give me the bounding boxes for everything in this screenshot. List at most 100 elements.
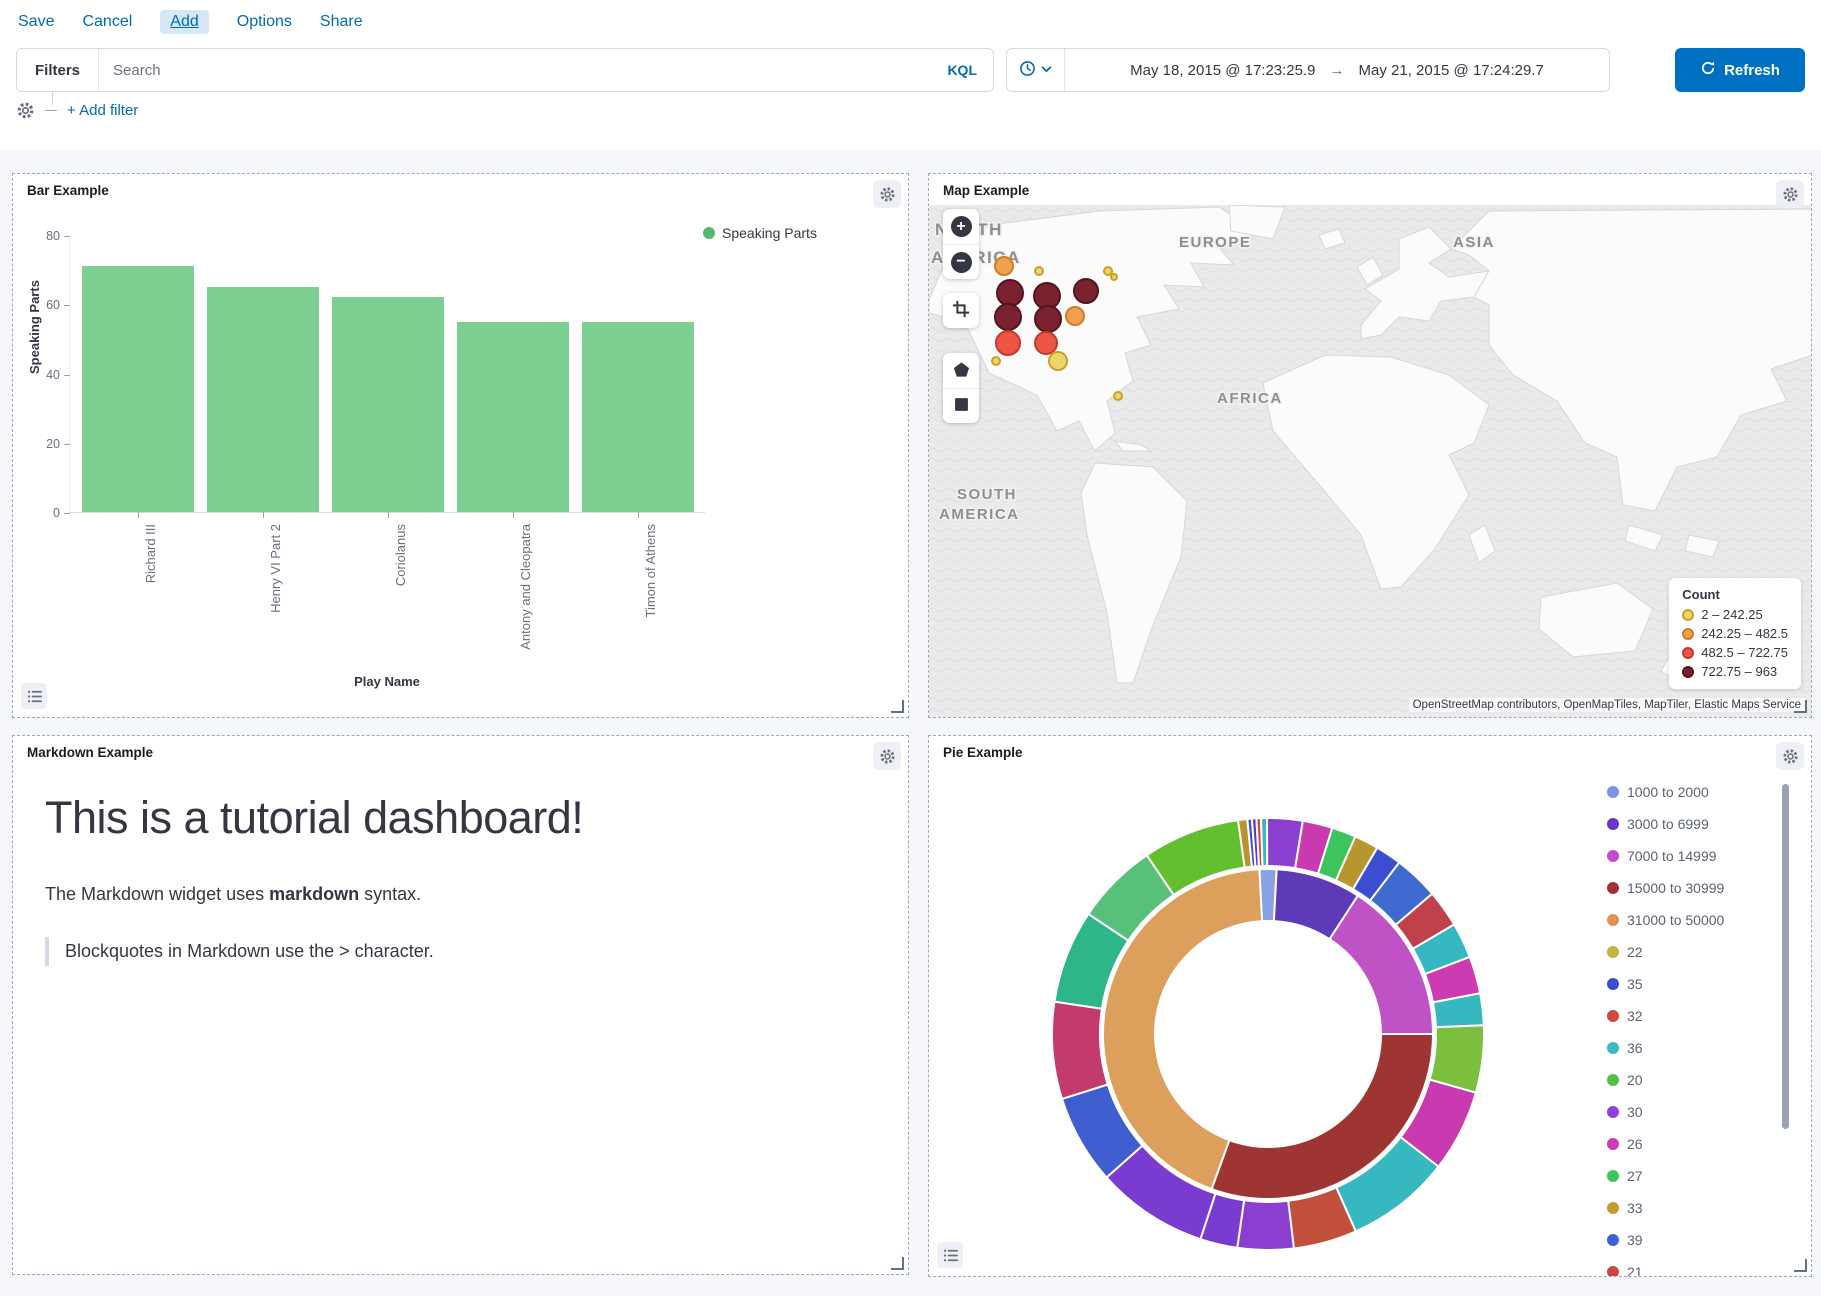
legend-dot-icon	[1607, 978, 1619, 990]
x-tick-mark	[513, 512, 514, 518]
legend-dot-icon	[1607, 850, 1619, 862]
pie-legend-item[interactable]: 33	[1607, 1196, 1775, 1220]
pie-legend-item[interactable]: 21	[1607, 1260, 1775, 1277]
legend-swatch-icon	[1682, 609, 1694, 621]
quick-select-button[interactable]	[1007, 49, 1065, 91]
map-fit-control	[943, 293, 979, 328]
legend-label: 26	[1627, 1136, 1643, 1152]
pie-legend-item[interactable]: 3000 to 6999	[1607, 812, 1775, 836]
square-icon	[954, 397, 969, 415]
world-map[interactable]: NORTHAMERICAEUROPEASIAAFRICASOUTHAMERICA…	[929, 205, 1811, 717]
panel-options-gear-icon[interactable]	[1776, 180, 1804, 208]
legend-label: 22	[1627, 944, 1643, 960]
y-tick-label: 80	[46, 229, 60, 243]
panel-options-gear-icon[interactable]	[873, 180, 901, 208]
bar-y-axis-title: Speaking Parts	[27, 280, 42, 374]
bar-Antony and Cleopatra[interactable]	[457, 322, 569, 512]
legend-dot-icon	[1607, 1234, 1619, 1246]
map-cluster-marker	[1074, 279, 1098, 303]
pie-outer-slice-19[interactable]	[1237, 1200, 1294, 1250]
crop-icon	[952, 300, 970, 321]
pie-legend-item[interactable]: 31000 to 50000	[1607, 908, 1775, 932]
pie-legend-item[interactable]: 32	[1607, 1004, 1775, 1028]
start-date[interactable]: May 18, 2015 @ 17:23:25.9	[1130, 62, 1315, 79]
legend-dot-icon	[1607, 1106, 1619, 1118]
map-draw-controls	[943, 353, 979, 423]
draw-rectangle-button[interactable]	[943, 388, 979, 423]
pie-legend-item[interactable]: 39	[1607, 1228, 1775, 1252]
pie-outer-slice-23[interactable]	[1052, 1002, 1108, 1099]
map-cluster-marker	[1035, 267, 1043, 275]
map-zoom-in-button[interactable]: +	[943, 209, 979, 244]
toolbar-link-options[interactable]: Options	[237, 13, 292, 31]
panel-markdown-example: Markdown Example This is a tutorial dash…	[12, 735, 909, 1275]
y-tick-label: 60	[46, 298, 60, 312]
pie-legend-item[interactable]: 36	[1607, 1036, 1775, 1060]
map-cluster-marker	[1111, 274, 1117, 280]
legend-toggle-icon[interactable]	[21, 683, 47, 709]
donut-chart: 1000 to 20003000 to 69997000 to 14999150…	[1038, 804, 1498, 1264]
pie-legend-item[interactable]: 1000 to 2000	[1607, 780, 1775, 804]
y-tick-mark	[64, 513, 70, 514]
bar-Timon of Athens[interactable]	[582, 322, 694, 512]
panel-resize-handle[interactable]	[891, 1257, 904, 1270]
kql-button[interactable]: KQL	[931, 62, 993, 78]
panel-options-gear-icon[interactable]	[1776, 742, 1804, 770]
filters-button[interactable]: Filters	[17, 49, 99, 91]
legend-dot-icon	[1607, 914, 1619, 926]
legend-range-label: 242.25 – 482.5	[1701, 626, 1788, 641]
legend-label: 35	[1627, 976, 1643, 992]
date-range-arrow-icon: →	[1330, 62, 1345, 79]
legend-toggle-icon[interactable]	[937, 1242, 963, 1268]
pie-legend-item[interactable]: 27	[1607, 1164, 1775, 1188]
map-zoom-out-button[interactable]: −	[943, 244, 979, 279]
legend-dot-icon	[1607, 786, 1619, 798]
x-tick-mark	[138, 512, 139, 518]
add-filter-link[interactable]: + Add filter	[67, 102, 138, 119]
pie-legend-item[interactable]: 35	[1607, 972, 1775, 996]
panel-resize-handle[interactable]	[1794, 700, 1807, 713]
map-cluster-marker	[997, 280, 1023, 306]
panel-resize-handle[interactable]	[1794, 1259, 1807, 1272]
bar-Richard III[interactable]	[82, 266, 194, 512]
toolbar-link-save[interactable]: Save	[18, 13, 54, 31]
legend-label: 3000 to 6999	[1627, 816, 1709, 832]
legend-swatch-icon	[1682, 647, 1694, 659]
filter-divider	[45, 110, 57, 111]
legend-label: 20	[1627, 1072, 1643, 1088]
pie-legend-item[interactable]: 15000 to 30999	[1607, 876, 1775, 900]
toolbar-link-add[interactable]: Add	[160, 10, 208, 34]
filters-connector	[52, 92, 53, 105]
toolbar-link-share[interactable]: Share	[320, 13, 363, 31]
refresh-button[interactable]: Refresh	[1675, 48, 1805, 92]
end-date[interactable]: May 21, 2015 @ 17:24:29.7	[1359, 62, 1544, 79]
panel-pie-example: Pie Example 1000 to 20003000 to 69997000…	[928, 735, 1812, 1277]
legend-range-label: 722.75 – 963	[1701, 664, 1777, 679]
legend-dot-icon	[1607, 1138, 1619, 1150]
pie-legend-item[interactable]: 7000 to 14999	[1607, 844, 1775, 868]
map-fit-bounds-button[interactable]	[943, 293, 979, 328]
toolbar-link-cancel[interactable]: Cancel	[82, 13, 132, 31]
pie-legend-item[interactable]: 30	[1607, 1100, 1775, 1124]
legend-scrollbar[interactable]	[1782, 784, 1789, 1129]
search-input[interactable]	[99, 49, 931, 91]
x-tick-mark	[388, 512, 389, 518]
pie-legend-item[interactable]: 20	[1607, 1068, 1775, 1092]
panel-options-gear-icon[interactable]	[873, 742, 901, 770]
pie-legend-item[interactable]: 26	[1607, 1132, 1775, 1156]
legend-dot-icon	[1607, 946, 1619, 958]
pie-legend-item[interactable]: 22	[1607, 940, 1775, 964]
minus-icon: −	[951, 252, 972, 273]
filter-settings-gear-icon[interactable]	[16, 101, 35, 120]
bar-legend-item[interactable]: Speaking Parts	[703, 225, 817, 241]
panel-resize-handle[interactable]	[891, 700, 904, 713]
map-cluster-marker	[1035, 332, 1057, 354]
bar-Coriolanus[interactable]	[332, 297, 444, 512]
bar-Henry VI Part 2[interactable]	[207, 287, 319, 512]
legend-dot-icon	[1607, 1010, 1619, 1022]
draw-polygon-button[interactable]	[943, 353, 979, 388]
x-tick-mark	[263, 512, 264, 518]
x-category-label: Richard III	[143, 524, 158, 583]
legend-label: 1000 to 2000	[1627, 784, 1709, 800]
plus-icon: +	[951, 216, 972, 237]
